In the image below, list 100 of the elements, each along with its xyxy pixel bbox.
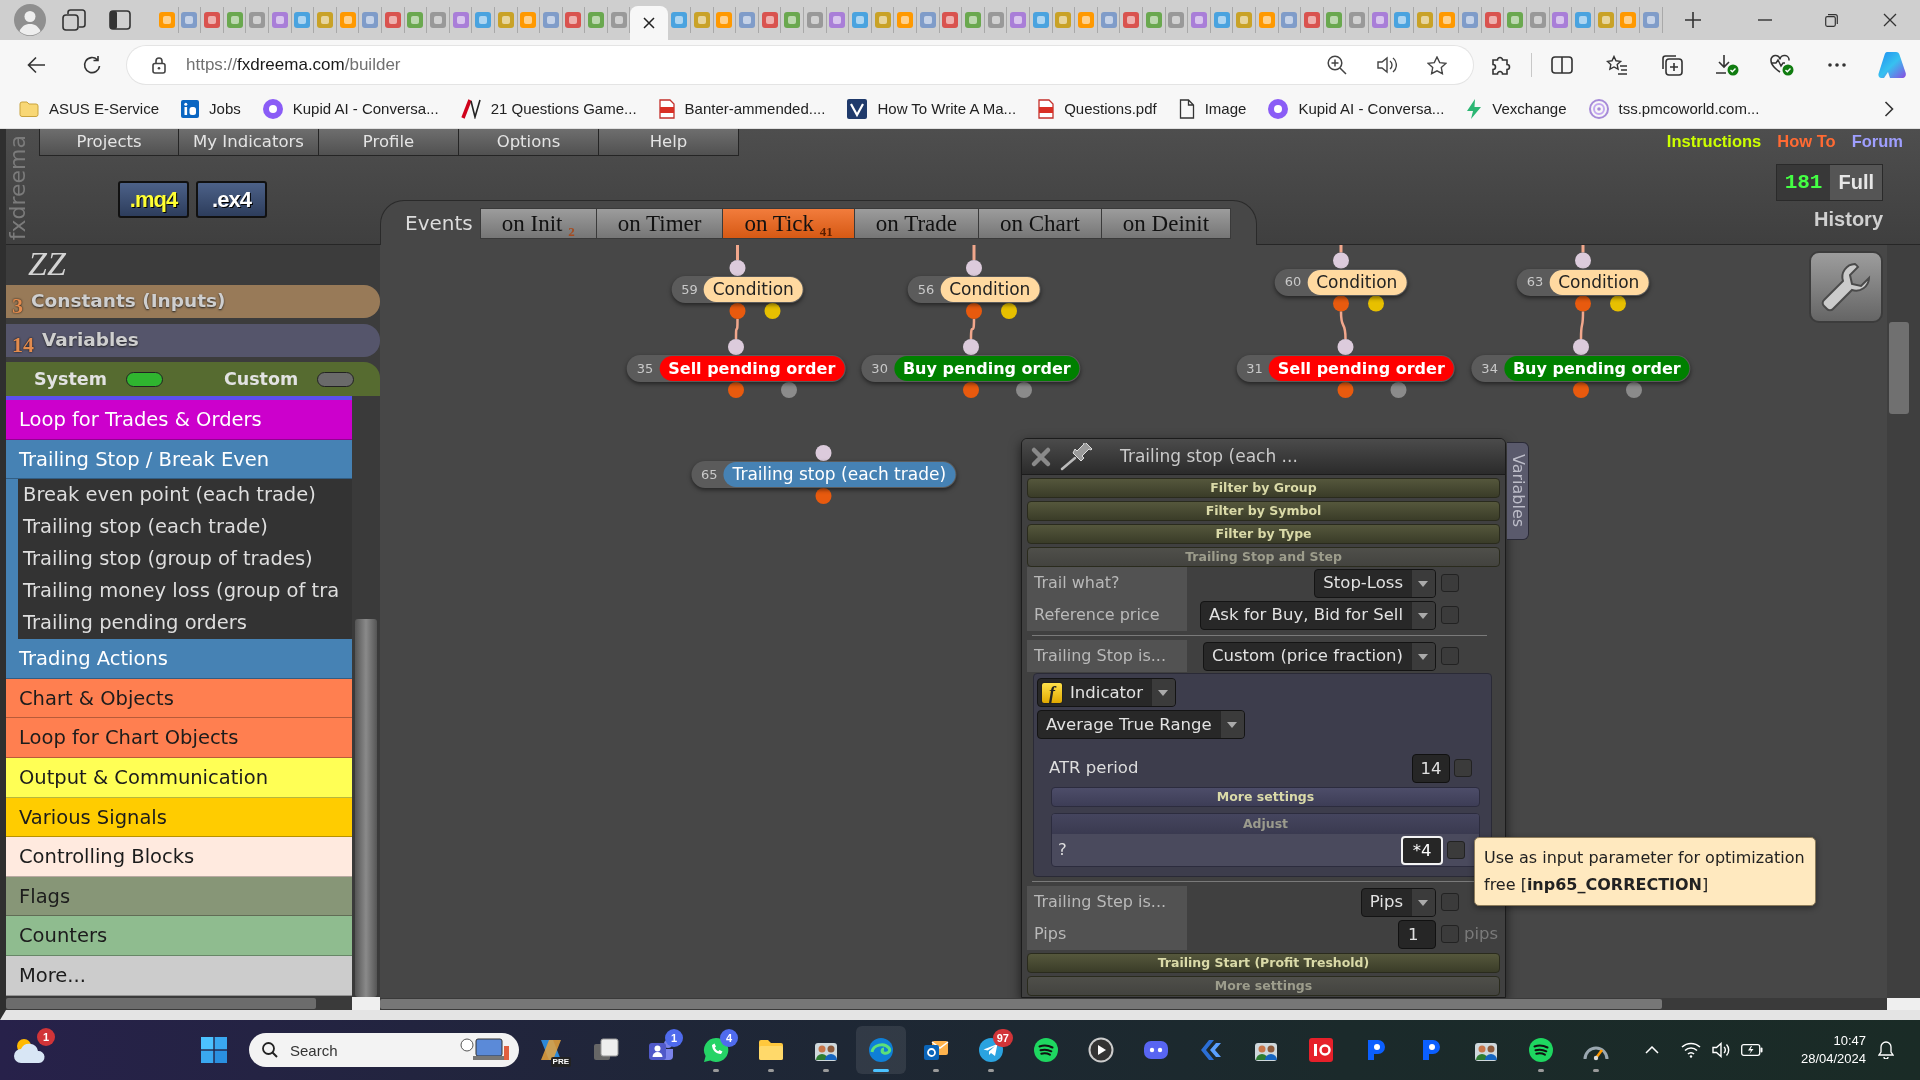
wifi-icon[interactable] <box>1680 1042 1701 1058</box>
dropdown[interactable]: f Indicator <box>1037 678 1176 707</box>
browser-tab[interactable] <box>1007 7 1030 33</box>
address-field[interactable]: https://fxdreema.com/builder <box>127 46 1473 84</box>
browser-tab[interactable] <box>1527 7 1550 33</box>
browser-tab[interactable] <box>736 7 759 33</box>
input-port-icon[interactable] <box>1573 339 1589 355</box>
output-port-icon[interactable] <box>1001 303 1017 319</box>
checkbox[interactable] <box>1441 925 1459 943</box>
browser-tab[interactable] <box>427 7 450 33</box>
close-icon[interactable] <box>1883 13 1897 27</box>
dropdown[interactable]: Custom (price fraction) <box>1202 641 1436 671</box>
browser-tab[interactable] <box>691 7 714 33</box>
browser-tab[interactable] <box>1188 7 1211 33</box>
bookmark[interactable]: Kupid AI - Conversa... <box>1268 99 1445 119</box>
squares-plus-icon[interactable] <box>1660 54 1683 76</box>
settings-button[interactable] <box>1809 251 1883 323</box>
split-window-icon[interactable] <box>1550 56 1573 74</box>
section-header[interactable]: Filter by Group <box>1027 478 1500 498</box>
browser-tab[interactable] <box>314 7 337 33</box>
speaker-icon[interactable] <box>1711 1042 1731 1058</box>
category-item[interactable]: Trading Actions <box>6 639 352 679</box>
nav-link[interactable]: Instructions <box>1666 132 1762 152</box>
browser-tab[interactable] <box>1346 7 1369 33</box>
event-tab[interactable]: on Tick $_{41}$ <box>723 207 855 239</box>
section-header[interactable]: More settings <box>1051 787 1480 807</box>
block-list-item[interactable]: Trailing stop (each trade) <box>6 511 352 544</box>
clock-time[interactable]: 10:47 <box>1833 1032 1866 1050</box>
chevron-right-icon[interactable] <box>1884 101 1894 117</box>
scroll-thumb[interactable] <box>1889 322 1909 414</box>
input-port-icon[interactable] <box>728 339 744 355</box>
clock-date[interactable]: 28/04/2024 <box>1800 1050 1866 1068</box>
taskbar-app[interactable] <box>856 1026 906 1074</box>
output-port-icon[interactable] <box>815 488 832 504</box>
taskbar-app[interactable]: 1 <box>636 1026 686 1074</box>
event-tab[interactable]: on Trade <box>854 207 979 239</box>
browser-tab[interactable] <box>1572 7 1595 33</box>
avatar-icon[interactable] <box>14 4 46 36</box>
bookmark[interactable]: How To Write A Ma... <box>847 99 1017 119</box>
input-port-icon[interactable] <box>1337 339 1354 355</box>
browser-tab[interactable] <box>585 7 608 33</box>
output-port-icon[interactable] <box>966 303 982 319</box>
block-list-item[interactable]: Trailing money loss (group of tra <box>6 575 352 608</box>
output-port-icon[interactable] <box>1575 295 1591 312</box>
order-block[interactable]: 35 Sell pending order <box>626 355 846 382</box>
condition-block[interactable]: 63 Condition <box>1516 268 1650 296</box>
order-block[interactable]: 31 Sell pending order <box>1236 355 1455 382</box>
browser-tab[interactable] <box>201 7 224 33</box>
output-port-icon[interactable] <box>1016 382 1032 398</box>
output-port-icon[interactable] <box>781 382 797 398</box>
taskbar-app[interactable]: 4 <box>691 1026 741 1074</box>
input-field[interactable]: *4 <box>1401 835 1443 865</box>
category-item[interactable]: Flags <box>6 876 352 917</box>
browser-tab[interactable] <box>781 7 805 33</box>
history-link[interactable]: History <box>1814 208 1883 231</box>
input-port-icon[interactable] <box>1333 252 1349 269</box>
event-tab[interactable]: on Deinit <box>1101 207 1232 239</box>
browser-tab[interactable] <box>1075 7 1098 33</box>
output-port-icon[interactable] <box>1573 382 1589 398</box>
event-tab[interactable]: on Init $_{2}$ <box>479 207 597 239</box>
browser-tab[interactable] <box>517 7 541 33</box>
export-button[interactable]: .mq4 <box>118 181 189 218</box>
condition-block[interactable]: 60 Condition <box>1274 268 1408 296</box>
browser-tab[interactable] <box>1233 7 1256 33</box>
order-block[interactable]: 30 Buy pending order <box>861 355 1081 382</box>
star-icon[interactable] <box>1427 55 1447 75</box>
dropdown[interactable]: Pips <box>1360 887 1436 917</box>
output-port-icon[interactable] <box>1337 382 1354 398</box>
output-port-icon[interactable] <box>1390 382 1407 398</box>
browser-tab[interactable] <box>562 7 586 33</box>
browser-tab[interactable] <box>939 7 963 33</box>
input-port-icon[interactable] <box>1575 252 1591 269</box>
output-port-icon[interactable] <box>1626 382 1642 398</box>
reload-icon[interactable] <box>82 55 102 75</box>
browser-tab[interactable] <box>246 7 269 33</box>
output-port-icon[interactable] <box>1610 295 1626 312</box>
checkbox[interactable] <box>1441 893 1459 911</box>
restore-icon[interactable] <box>1825 13 1838 27</box>
input-port-icon[interactable] <box>963 339 979 355</box>
output-port-icon[interactable] <box>729 303 746 319</box>
input-port-icon[interactable] <box>815 445 832 461</box>
toggle-switch[interactable] <box>317 371 355 387</box>
heart-pulse-icon[interactable] <box>1769 54 1794 76</box>
menu-item[interactable]: Help <box>599 129 739 156</box>
overlapping-squares-icon[interactable] <box>62 9 86 31</box>
browser-tab[interactable] <box>1301 7 1324 33</box>
bell-icon[interactable] <box>1878 1041 1894 1059</box>
scroll-thumb[interactable] <box>6 998 316 1009</box>
section-header[interactable]: Filter by Type <box>1027 524 1500 544</box>
bookmark[interactable]: Banter-ammended.... <box>658 99 826 119</box>
condition-block[interactable]: 59 Condition <box>671 276 804 303</box>
menu-item[interactable]: My Indicators <box>179 129 319 156</box>
browser-tab[interactable] <box>540 7 563 33</box>
dropdown[interactable]: Stop-Loss <box>1314 568 1436 598</box>
output-port-icon[interactable] <box>764 303 781 319</box>
browser-tab[interactable] <box>630 6 669 40</box>
bookmark[interactable]: Questions.pdf <box>1038 99 1157 119</box>
output-port-icon[interactable] <box>963 382 979 398</box>
menu-item[interactable]: Options <box>459 129 599 156</box>
checkbox[interactable] <box>1441 647 1459 665</box>
